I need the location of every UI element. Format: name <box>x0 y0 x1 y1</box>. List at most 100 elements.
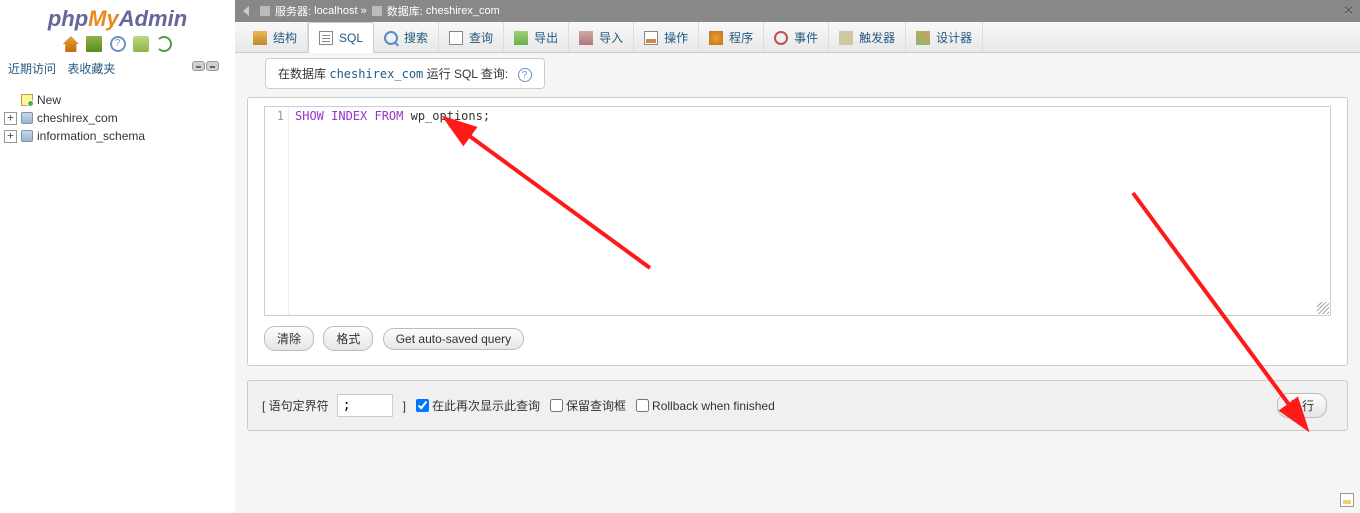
tabs: 结构 SQL 搜索 查询 导出 导入 操作 程序 事件 触发器 设计器 <box>235 22 1360 53</box>
tab-structure[interactable]: 结构 <box>243 22 308 52</box>
logo-part-admin: Admin <box>119 6 187 31</box>
go-button[interactable]: 执行 <box>1277 393 1327 418</box>
delimiter-label: [ 语句定界符 <box>262 397 329 414</box>
tab-label: 搜索 <box>404 29 428 46</box>
close-icon[interactable]: ✕ <box>1343 3 1354 19</box>
editor-gutter: 1 <box>265 107 289 315</box>
show-again-label: 在此再次显示此查询 <box>432 397 540 414</box>
sql-header-db: cheshirex_com <box>329 67 423 81</box>
sql-keyword: SHOW INDEX FROM <box>295 109 403 123</box>
sql-editor[interactable]: 1 SHOW INDEX FROM wp_options; <box>264 106 1331 316</box>
search-icon <box>384 31 398 45</box>
tree-item-new[interactable]: New <box>4 91 231 109</box>
docs-icon[interactable] <box>133 36 149 52</box>
back-icon[interactable] <box>243 6 249 16</box>
tab-export[interactable]: 导出 <box>504 22 569 52</box>
tree-item-db2[interactable]: + information_schema <box>4 127 231 145</box>
bracket-close: ] <box>403 399 406 413</box>
tab-search[interactable]: 搜索 <box>374 22 439 52</box>
events-icon <box>774 31 788 45</box>
export-icon <box>514 31 528 45</box>
editor-content[interactable]: SHOW INDEX FROM wp_options; <box>289 107 1330 315</box>
sql-header-suffix: 运行 SQL 查询: <box>427 67 509 81</box>
main-area: 服务器: localhost » 数据库: cheshirex_com ✕ 结构… <box>235 0 1360 513</box>
tab-label: 操作 <box>664 29 688 46</box>
tab-designer[interactable]: 设计器 <box>906 22 983 52</box>
line-number: 1 <box>277 109 284 123</box>
favorites-link[interactable]: 表收藏夹 <box>67 62 115 76</box>
link-icon[interactable] <box>206 61 219 71</box>
tab-label: 触发器 <box>859 29 895 46</box>
server-value[interactable]: localhost <box>314 5 357 17</box>
sidebar-nav-links: 近期访问 表收藏夹 <box>0 58 235 81</box>
sql-panel: 1 SHOW INDEX FROM wp_options; 清除 格式 Get … <box>247 97 1348 366</box>
logo-part-my: My <box>88 6 119 31</box>
tab-triggers[interactable]: 触发器 <box>829 22 906 52</box>
delimiter-input[interactable] <box>337 394 393 417</box>
operations-icon <box>644 31 658 45</box>
tab-label: 查询 <box>469 29 493 46</box>
server-icon <box>259 5 271 17</box>
collapse-icon[interactable] <box>192 61 205 71</box>
tab-routines[interactable]: 程序 <box>699 22 764 52</box>
expand-icon[interactable]: + <box>4 130 17 143</box>
sql-table: wp_options; <box>403 109 490 123</box>
tree-item-db1[interactable]: + cheshirex_com <box>4 109 231 127</box>
reload-icon[interactable] <box>156 36 172 52</box>
db-tree: New + cheshirex_com + information_schema <box>0 81 235 155</box>
tree-label: information_schema <box>37 129 145 143</box>
tab-label: SQL <box>339 31 363 45</box>
format-button[interactable]: 格式 <box>323 326 373 351</box>
expand-icon[interactable]: + <box>4 112 17 125</box>
tab-sql[interactable]: SQL <box>308 22 374 53</box>
designer-icon <box>916 31 930 45</box>
autosaved-button[interactable]: Get auto-saved query <box>383 328 524 350</box>
db-value[interactable]: cheshirex_com <box>426 5 500 17</box>
tab-label: 程序 <box>729 29 753 46</box>
query-icon <box>449 31 463 45</box>
new-db-icon <box>21 94 33 106</box>
sql-header: 在数据库 cheshirex_com 运行 SQL 查询: <box>265 58 545 89</box>
sql-header-prefix: 在数据库 <box>278 67 326 81</box>
sidebar: phpMyAdmin 近期访问 表收藏夹 New + cheshirex_com… <box>0 0 235 513</box>
tab-import[interactable]: 导入 <box>569 22 634 52</box>
tab-query[interactable]: 查询 <box>439 22 504 52</box>
rollback-checkbox[interactable] <box>636 399 649 412</box>
resize-handle-icon[interactable] <box>1317 302 1329 314</box>
help-icon[interactable] <box>110 36 126 52</box>
sql-icon <box>319 31 333 45</box>
tab-label: 事件 <box>794 29 818 46</box>
breadcrumb: 服务器: localhost » 数据库: cheshirex_com ✕ <box>235 0 1360 22</box>
tree-label: New <box>37 93 61 107</box>
tree-label: cheshirex_com <box>37 111 118 125</box>
structure-icon <box>253 31 267 45</box>
logo-part-php: php <box>48 6 88 31</box>
triggers-icon <box>839 31 853 45</box>
tab-label: 导入 <box>599 29 623 46</box>
database-icon <box>21 112 33 124</box>
retain-label: 保留查询框 <box>566 397 626 414</box>
db-label: 数据库: <box>387 3 423 19</box>
collapse-controls <box>191 60 219 74</box>
show-again-checkbox[interactable] <box>416 399 429 412</box>
logo[interactable]: phpMyAdmin <box>0 0 235 34</box>
rollback-label: Rollback when finished <box>652 399 775 413</box>
clear-button[interactable]: 清除 <box>264 326 314 351</box>
recent-link[interactable]: 近期访问 <box>8 62 56 76</box>
database-icon <box>21 130 33 142</box>
console-toggle-icon[interactable] <box>1340 493 1354 507</box>
editor-buttons: 清除 格式 Get auto-saved query <box>248 326 1347 365</box>
server-label: 服务器: <box>275 3 311 19</box>
help-icon[interactable] <box>518 68 532 82</box>
logout-icon[interactable] <box>86 36 102 52</box>
tab-operations[interactable]: 操作 <box>634 22 699 52</box>
sidebar-toolbar <box>0 34 235 58</box>
sql-footer: [ 语句定界符 ] 在此再次显示此查询 保留查询框 Rollback when … <box>247 380 1348 431</box>
tab-label: 结构 <box>273 29 297 46</box>
retain-checkbox[interactable] <box>550 399 563 412</box>
database-icon <box>371 5 383 17</box>
home-icon[interactable] <box>63 36 79 52</box>
tab-events[interactable]: 事件 <box>764 22 829 52</box>
import-icon <box>579 31 593 45</box>
routines-icon <box>709 31 723 45</box>
